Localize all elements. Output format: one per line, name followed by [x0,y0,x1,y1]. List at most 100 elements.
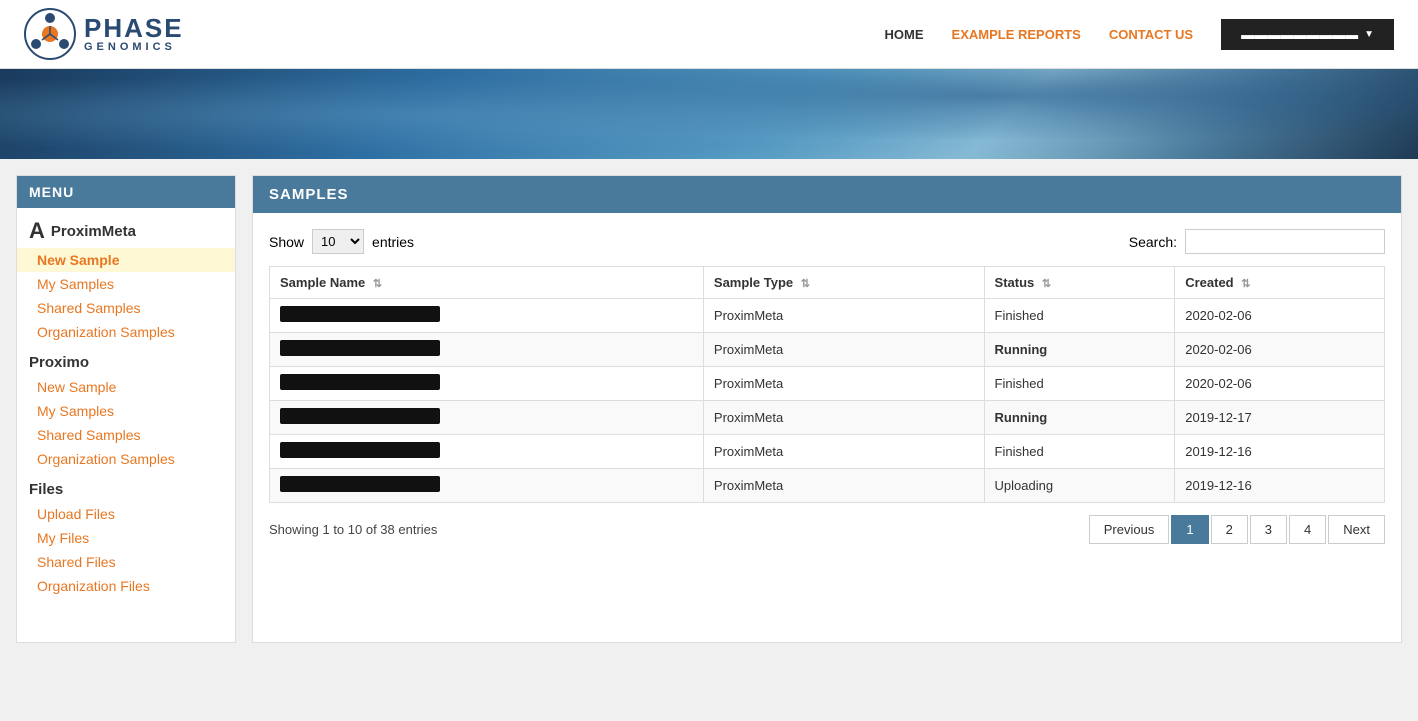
cell-sample-type: ProximMeta [703,367,984,401]
main-layout: MENU A ProximMeta New Sample My Samples … [0,159,1418,659]
sidebar-item-proximo-org-samples[interactable]: Organization Samples [17,447,235,471]
sort-icon-name: ⇅ [373,277,382,290]
user-menu-button[interactable]: ▬▬▬▬▬▬▬▬▬ ▼ [1221,19,1394,50]
sidebar-item-upload-files[interactable]: Upload Files [17,502,235,526]
sidebar-item-proximmeta-new-sample[interactable]: New Sample [17,248,235,272]
cell-sample-name [270,299,704,333]
logo-phase-text: PHASE [84,15,184,41]
cell-created: 2020-02-06 [1175,367,1385,401]
table-row[interactable]: ProximMetaFinished2019-12-16 [270,435,1385,469]
sidebar-item-proximmeta-org-samples[interactable]: Organization Samples [17,320,235,344]
cell-sample-name [270,469,704,503]
cell-created: 2019-12-16 [1175,435,1385,469]
pagination-previous[interactable]: Previous [1089,515,1170,544]
sidebar-section-proximeta: A ProximMeta [17,208,235,248]
redacted-name-bar [280,306,440,322]
content-area: SAMPLES Show 10 25 50 100 entries Search… [252,175,1402,643]
table-controls: Show 10 25 50 100 entries Search: [269,229,1385,254]
sidebar-item-shared-files[interactable]: Shared Files [17,550,235,574]
sidebar-item-proximmeta-shared-samples[interactable]: Shared Samples [17,296,235,320]
pagination-page-1[interactable]: 1 [1171,515,1208,544]
sidebar-menu-header: MENU [17,176,235,208]
sidebar-item-my-files[interactable]: My Files [17,526,235,550]
top-header: PHASE GENOMICS HOME EXAMPLE REPORTS CONT… [0,0,1418,69]
logo-area: PHASE GENOMICS [24,8,184,60]
cell-sample-type: ProximMeta [703,469,984,503]
cell-status: Running [984,333,1175,367]
logo-icon [24,8,76,60]
pagination-page-4[interactable]: 4 [1289,515,1326,544]
col-sample-type[interactable]: Sample Type ⇅ [703,267,984,299]
pagination: Previous 1 2 3 4 Next [1089,515,1385,544]
sidebar-section-proximo: Proximo [17,344,235,375]
sort-icon-type: ⇅ [801,277,810,290]
table-body: ProximMetaFinished2020-02-06ProximMetaRu… [270,299,1385,503]
logo-genomics-text: GENOMICS [84,41,184,53]
sort-icon-created: ⇅ [1241,277,1250,290]
col-status[interactable]: Status ⇅ [984,267,1175,299]
nav-contact-us[interactable]: CONTACT US [1109,27,1193,42]
cell-sample-name [270,367,704,401]
cell-created: 2020-02-06 [1175,299,1385,333]
search-input[interactable] [1185,229,1385,254]
nav-home[interactable]: HOME [885,27,924,42]
redacted-name-bar [280,374,440,390]
cell-sample-type: ProximMeta [703,333,984,367]
cell-sample-type: ProximMeta [703,299,984,333]
sort-icon-status: ⇅ [1042,277,1051,290]
show-label: Show [269,234,304,250]
entries-per-page-select[interactable]: 10 25 50 100 [312,229,364,254]
cell-status: Finished [984,299,1175,333]
sidebar-item-proximo-new-sample[interactable]: New Sample [17,375,235,399]
cell-sample-type: ProximMeta [703,401,984,435]
sidebar-proximeta-title: ProximMeta [51,223,136,240]
redacted-name-bar [280,340,440,356]
table-footer: Showing 1 to 10 of 38 entries Previous 1… [269,515,1385,544]
logo-text: PHASE GENOMICS [84,15,184,53]
cell-status: Uploading [984,469,1175,503]
cell-sample-name [270,401,704,435]
pagination-next[interactable]: Next [1328,515,1385,544]
table-row[interactable]: ProximMetaRunning2019-12-17 [270,401,1385,435]
table-row[interactable]: ProximMetaFinished2020-02-06 [270,367,1385,401]
hero-banner [0,69,1418,159]
nav-links: HOME EXAMPLE REPORTS CONTACT US ▬▬▬▬▬▬▬▬… [885,19,1394,50]
content-header: SAMPLES [253,176,1401,213]
user-btn-label: ▬▬▬▬▬▬▬▬▬ [1241,27,1358,42]
redacted-name-bar [280,476,440,492]
cell-sample-name [270,333,704,367]
table-row[interactable]: ProximMetaUploading2019-12-16 [270,469,1385,503]
samples-table: Sample Name ⇅ Sample Type ⇅ Status ⇅ Cre… [269,266,1385,503]
redacted-name-bar [280,442,440,458]
pagination-page-2[interactable]: 2 [1211,515,1248,544]
table-row[interactable]: ProximMetaFinished2020-02-06 [270,299,1385,333]
cell-sample-name [270,435,704,469]
cell-created: 2019-12-16 [1175,469,1385,503]
redacted-name-bar [280,408,440,424]
cell-status: Finished [984,435,1175,469]
sidebar-section-files: Files [17,471,235,502]
content-body: Show 10 25 50 100 entries Search: [253,213,1401,560]
cell-status: Running [984,401,1175,435]
nav-example-reports[interactable]: EXAMPLE REPORTS [952,27,1081,42]
sidebar: MENU A ProximMeta New Sample My Samples … [16,175,236,643]
sidebar-item-org-files[interactable]: Organization Files [17,574,235,598]
cell-sample-type: ProximMeta [703,435,984,469]
sidebar-item-proximmeta-my-samples[interactable]: My Samples [17,272,235,296]
entries-info: Showing 1 to 10 of 38 entries [269,522,437,537]
chevron-down-icon: ▼ [1364,29,1374,40]
sidebar-letter-a: A [29,218,45,244]
search-area: Search: [1129,229,1385,254]
sidebar-item-proximo-my-samples[interactable]: My Samples [17,399,235,423]
table-row[interactable]: ProximMetaRunning2020-02-06 [270,333,1385,367]
search-label: Search: [1129,234,1177,250]
sidebar-item-proximo-shared-samples[interactable]: Shared Samples [17,423,235,447]
col-created[interactable]: Created ⇅ [1175,267,1385,299]
pagination-page-3[interactable]: 3 [1250,515,1287,544]
entries-label: entries [372,234,414,250]
col-sample-name[interactable]: Sample Name ⇅ [270,267,704,299]
cell-status: Finished [984,367,1175,401]
cell-created: 2020-02-06 [1175,333,1385,367]
table-header-row: Sample Name ⇅ Sample Type ⇅ Status ⇅ Cre… [270,267,1385,299]
show-entries-control: Show 10 25 50 100 entries [269,229,414,254]
